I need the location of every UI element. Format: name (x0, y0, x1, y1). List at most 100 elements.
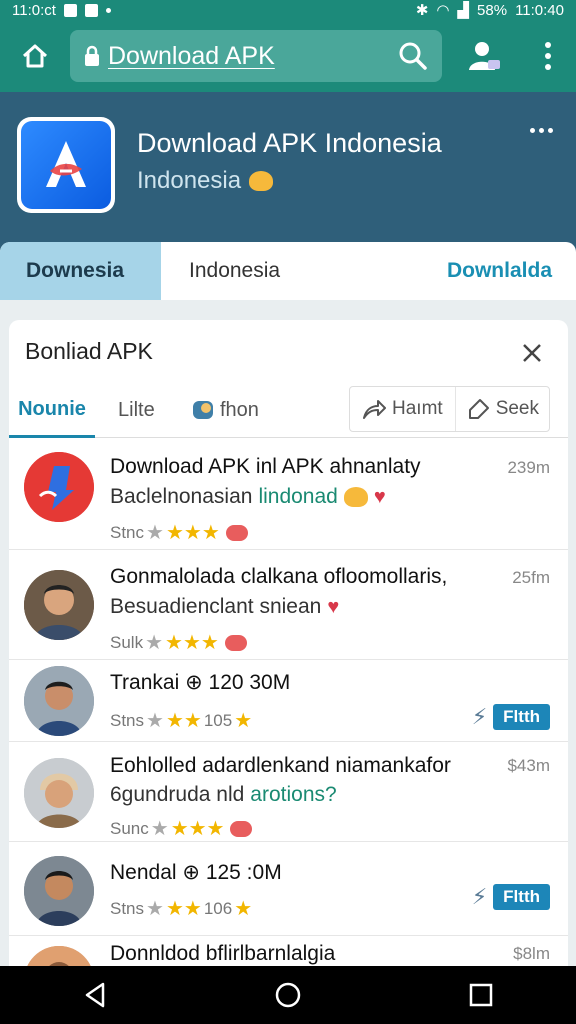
item-subtitle-highlight: lindonad (258, 485, 338, 508)
item-meta-number: 106 (203, 898, 233, 918)
badge-icon (230, 820, 253, 837)
item-title: Eohlolled adardlenkand niamankafor (110, 754, 451, 777)
app-logo (17, 117, 115, 213)
item-subtitle: 6gundruda nld arotions? (110, 783, 337, 807)
gallery-icon (63, 3, 77, 17)
emoji-icon (249, 171, 274, 191)
url-bar[interactable]: Download APK (70, 30, 442, 82)
item-subtitle: Besuadienclant sniean ♥ (110, 595, 339, 619)
action-group: Haımt Seek (349, 386, 550, 432)
download-card: Bonliad APK Nounie Lilte fhon Haımt Seek… (9, 320, 568, 966)
share-icon (363, 400, 386, 419)
close-button[interactable] (517, 338, 547, 368)
list-item[interactable]: Trankai ⊕ 120 30M Stns ★ ★★ 105 ★ ⚡ Fltt… (9, 660, 568, 742)
item-title: Donnldod bflirlbarnlalgia (110, 942, 336, 965)
item-subtitle: Baclelnonasian lindonad ♥ (110, 485, 386, 509)
bolt-icon: ⚡ (471, 704, 488, 729)
card-title: Bonliad APK (25, 338, 153, 364)
star-icon: ★ (146, 522, 164, 544)
item-meta-text: Sunc (110, 818, 149, 838)
recents-icon[interactable] (469, 983, 493, 1007)
heart-icon: ♥ (373, 485, 386, 508)
filter-tab-fhon[interactable]: fhon (192, 384, 259, 436)
item-meta-text: Sulk (110, 632, 144, 652)
item-title: Trankai ⊕ 120 30M (110, 671, 291, 694)
user-icon (469, 42, 500, 70)
more-dot (538, 127, 544, 133)
item-meta: Stnc ★ ★★★ (110, 520, 248, 545)
get-button[interactable]: ⚡ Fltth (472, 704, 550, 730)
status-time: 11:0:40 (515, 1, 564, 19)
close-icon (523, 344, 541, 362)
item-meta: Stns ★ ★★ 106 ★ (110, 896, 252, 921)
badge-icon (225, 524, 248, 541)
tab-indonesia[interactable]: Indonesia (161, 242, 411, 300)
wifi-icon: ◠ (436, 2, 450, 19)
item-meta: Sunc ★ ★★★ (110, 816, 253, 841)
star-icon: ★ (150, 818, 169, 840)
item-subtitle-text: Besuadienclant sniean (110, 595, 322, 618)
emoji-icon (343, 487, 368, 507)
tab-downesia[interactable]: Downesia (0, 242, 161, 300)
battery-level: 58% (477, 1, 508, 19)
star-icon: ★★★ (170, 818, 225, 840)
item-meta-text: Stns (110, 710, 145, 730)
tag-icon (468, 399, 489, 419)
bolt-icon: ⚡ (471, 884, 488, 909)
filter-tab-fhon-label: fhon (220, 398, 259, 421)
person-avatar-icon (24, 856, 94, 926)
star-icon: ★ (234, 710, 253, 732)
star-icon: ★★★ (165, 522, 220, 544)
person-avatar-icon (24, 946, 94, 966)
list-item[interactable]: Gonmalolada clalkana ofloomollaris, 25fm… (9, 550, 568, 660)
download-list: Download APK inl APK ahnanlaty 239m Bacl… (9, 440, 568, 966)
tab-bar: Downesia Indonesia Downlalda (0, 242, 576, 300)
more-vertical-icon (545, 42, 551, 70)
share-button[interactable]: Haımt (350, 387, 455, 431)
item-title: Gonmalolada clalkana ofloomollaris, (110, 565, 448, 588)
list-item[interactable]: Eohlolled adardlenkand niamankafor $43m … (9, 742, 568, 842)
more-horizontal-icon (529, 127, 535, 133)
seek-label: Seek (495, 398, 539, 419)
star-icon: ★ (234, 898, 253, 920)
filter-tab-lilte[interactable]: Lilte (118, 384, 155, 436)
person-avatar-icon (24, 758, 94, 828)
overflow-menu-button[interactable] (528, 20, 568, 92)
profile-button[interactable] (442, 20, 528, 92)
home-nav-icon[interactable] (274, 981, 302, 1009)
home-button[interactable] (0, 20, 70, 92)
star-icon: ★★ (165, 898, 202, 920)
app-logo-icon (46, 141, 86, 187)
person-avatar-icon (24, 570, 94, 640)
filter-tab-nounie[interactable]: Nounie (9, 384, 95, 438)
item-meta-number: 105 (203, 710, 233, 730)
camera-icon (84, 3, 98, 17)
list-item[interactable]: Nendal ⊕ 125 :0M Stns ★ ★★ 106 ★ ⚡ Fltth (9, 842, 568, 936)
notification-dot-icon (105, 7, 111, 13)
item-meta: Stns ★ ★★ 105 ★ (110, 708, 252, 733)
search-icon[interactable] (398, 41, 428, 71)
item-size: $8lm (513, 944, 550, 963)
list-item[interactable]: Donnldod bflirlbarnlalgia $8lm (9, 936, 568, 966)
star-icon: ★ (146, 710, 164, 732)
get-label: Fltth (493, 704, 550, 730)
app-header: Download APK Indonesia Indonesia (0, 92, 576, 242)
signal-icon: ▟ (457, 2, 470, 19)
heart-icon: ♥ (327, 595, 340, 618)
header-more-button[interactable] (522, 120, 560, 140)
item-subtitle-text: Baclelnonasian (110, 485, 253, 508)
item-size: $43m (507, 756, 550, 775)
item-meta-text: Stns (110, 898, 145, 918)
back-icon[interactable] (83, 982, 107, 1008)
item-subtitle-text: 6gundruda nld (110, 783, 245, 806)
get-button[interactable]: ⚡ Fltth (472, 884, 550, 910)
tab-downlalda[interactable]: Downlalda (411, 242, 576, 300)
item-subtitle-highlight: arotions? (250, 783, 337, 806)
home-icon (22, 44, 48, 68)
list-item[interactable]: Download APK inl APK ahnanlaty 239m Bacl… (9, 440, 568, 550)
item-title: Download APK inl APK ahnanlaty (110, 455, 421, 478)
status-left-text: 11:0:ct (12, 1, 56, 19)
app-subtitle-text: Indonesia (137, 167, 242, 194)
person-avatar (24, 666, 94, 736)
seek-button[interactable]: Seek (454, 387, 551, 431)
